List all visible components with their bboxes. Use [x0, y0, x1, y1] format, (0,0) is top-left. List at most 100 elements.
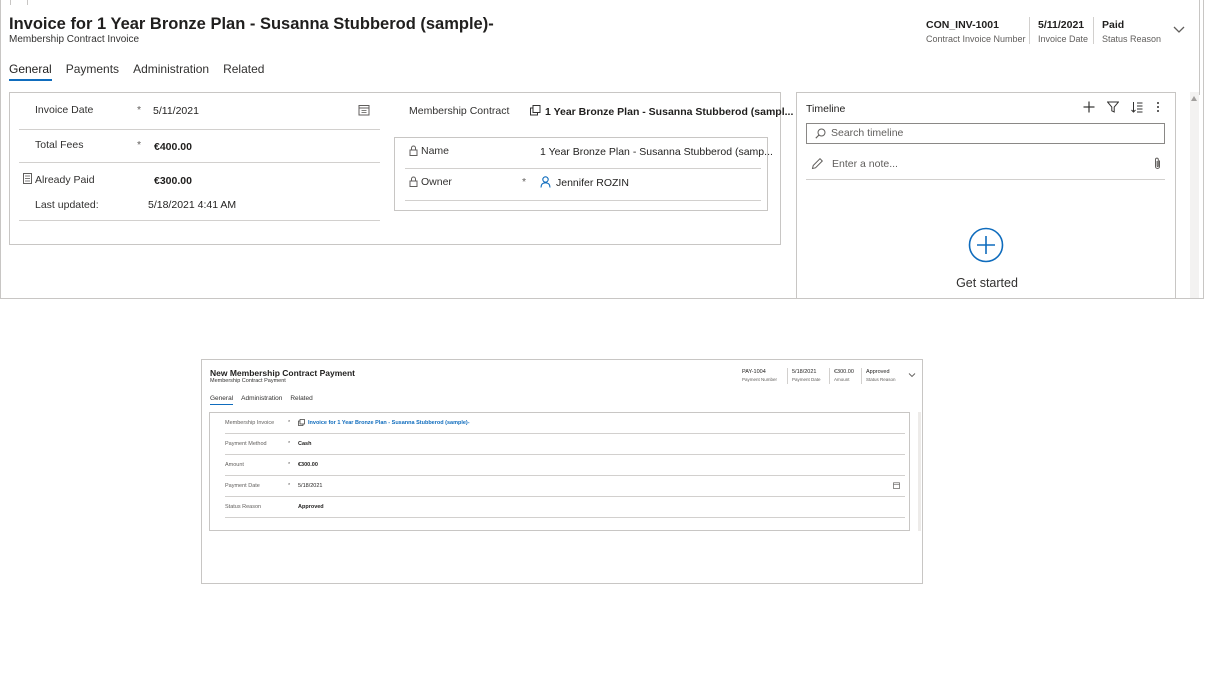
header-label: Status Reason	[866, 377, 896, 382]
header-field-invoice-date: 5/11/2021 Invoice Date	[1038, 19, 1088, 44]
divider	[405, 168, 761, 169]
tab-payments[interactable]: Payments	[66, 62, 119, 81]
total-fees-input[interactable]: €400.00	[154, 141, 192, 153]
invoice-form-screenshot: Invoice for 1 Year Bronze Plan - Susanna…	[0, 0, 1204, 299]
name-value: 1 Year Bronze Plan - Susanna Stubberod (…	[540, 146, 773, 158]
field-label: Invoice Date	[35, 104, 94, 116]
field-label: Last updated:	[35, 199, 99, 211]
field-label: Status Reason	[225, 504, 262, 510]
timeline-search-input[interactable]: Search timeline	[806, 123, 1165, 144]
sort-icon[interactable]	[1131, 101, 1143, 113]
field-label: Payment Date	[225, 483, 260, 489]
field-label: Amount	[225, 462, 244, 468]
field-label: Name	[421, 145, 450, 157]
tab-administration[interactable]: Administration	[241, 395, 282, 405]
divider	[19, 162, 380, 163]
divider	[787, 368, 788, 384]
owner-link[interactable]: Jennifer ROZIN	[556, 177, 629, 189]
required-marker: *	[137, 104, 142, 116]
tab-general[interactable]: General	[9, 62, 52, 81]
add-circle-icon[interactable]	[968, 227, 1004, 263]
payment-method-select[interactable]: Cash	[298, 441, 311, 447]
membership-contract-link[interactable]: 1 Year Bronze Plan - Susanna Stubberod (…	[545, 106, 793, 118]
header-field-amount: €300.00 Amount	[834, 369, 854, 382]
calculator-icon	[23, 173, 32, 184]
divider	[405, 200, 761, 201]
tab-bar: General Administration Related	[210, 395, 313, 405]
timeline-title: Timeline	[806, 103, 846, 115]
scroll-up-icon[interactable]	[1191, 96, 1197, 101]
note-input[interactable]: Enter a note...	[811, 157, 898, 173]
divider	[861, 368, 862, 384]
note-placeholder: Enter a note...	[832, 158, 898, 170]
tab-related[interactable]: Related	[223, 62, 264, 81]
header-value: CON_INV-1001	[926, 19, 999, 31]
get-started-label: Get started	[956, 276, 1018, 290]
calendar-icon[interactable]	[358, 104, 370, 116]
header-value: 5/11/2021	[1038, 19, 1085, 31]
chevron-down-icon[interactable]	[1172, 24, 1186, 34]
payment-date-field: Payment Date * 5/18/2021	[225, 476, 905, 497]
invoice-date-input[interactable]: 5/11/2021	[153, 105, 199, 117]
amount-field: Amount * €300.00	[225, 455, 905, 476]
paperclip-icon[interactable]	[1153, 157, 1162, 170]
header-field-payment-date: 5/18/2021 Payment Date	[792, 369, 821, 382]
tab-bar: General Payments Administration Related	[9, 62, 264, 81]
lock-icon	[409, 176, 418, 187]
header-label: Invoice Date	[1038, 34, 1089, 44]
calendar-icon[interactable]	[893, 482, 900, 489]
required-marker: *	[137, 139, 142, 151]
already-paid-value: €300.00	[154, 175, 192, 187]
required-marker: *	[288, 462, 291, 468]
payment-date-input[interactable]: 5/18/2021	[298, 483, 322, 489]
header-label: Amount	[834, 377, 850, 382]
membership-invoice-link[interactable]: Invoice for 1 Year Bronze Plan - Susanna…	[308, 420, 470, 426]
search-icon	[815, 128, 826, 139]
form-title: Invoice for 1 Year Bronze Plan - Susanna…	[9, 15, 494, 33]
tab-related[interactable]: Related	[290, 395, 312, 405]
header-field-status-reason: Paid Status Reason	[1102, 19, 1161, 44]
header-value: Approved	[866, 369, 890, 375]
divider	[1199, 0, 1200, 95]
header-value: €300.00	[834, 369, 854, 375]
field-label: Total Fees	[35, 139, 84, 151]
divider	[19, 220, 380, 221]
divider	[19, 129, 380, 130]
lookup-record-icon	[530, 105, 541, 116]
field-label: Already Paid	[35, 174, 95, 186]
general-section: Membership Invoice * Invoice for 1 Year …	[209, 412, 910, 531]
top-strip	[1, 0, 1203, 5]
scrollbar[interactable]	[918, 412, 921, 531]
header-field-payment-number: PAY-1004 Payment Number	[742, 369, 777, 382]
tab-general[interactable]: General	[210, 395, 234, 405]
add-icon[interactable]	[1083, 101, 1095, 113]
scrollbar[interactable]	[1190, 92, 1199, 298]
status-reason-select[interactable]: Approved	[298, 504, 324, 510]
divider	[829, 368, 830, 384]
field-label: Membership Contract	[409, 105, 510, 117]
tab-administration[interactable]: Administration	[133, 62, 209, 81]
chevron-down-icon[interactable]	[908, 372, 916, 378]
filter-icon[interactable]	[1107, 101, 1119, 113]
person-icon	[540, 176, 551, 188]
header-label: Payment Number	[742, 377, 778, 382]
header-value: 5/18/2021	[792, 369, 817, 375]
header-field-status-reason: Approved Status Reason	[866, 369, 896, 382]
more-icon[interactable]	[1155, 101, 1161, 113]
required-marker: *	[288, 420, 291, 426]
search-placeholder: Search timeline	[831, 127, 904, 139]
timeline-toolbar	[1083, 101, 1161, 113]
field-label: Owner	[421, 176, 452, 188]
header-label: Contract Invoice Number	[926, 34, 1026, 44]
divider	[1093, 17, 1094, 44]
divider	[806, 179, 1165, 180]
required-marker: *	[288, 483, 291, 489]
form-title: New Membership Contract Payment	[210, 368, 356, 378]
membership-invoice-field: Membership Invoice * Invoice for 1 Year …	[225, 413, 905, 434]
lookup-record-icon	[298, 419, 305, 426]
lock-icon	[409, 145, 418, 156]
divider	[1029, 17, 1030, 44]
pencil-icon	[811, 157, 824, 170]
header-value: Paid	[1102, 19, 1125, 31]
amount-input[interactable]: €300.00	[298, 462, 318, 468]
